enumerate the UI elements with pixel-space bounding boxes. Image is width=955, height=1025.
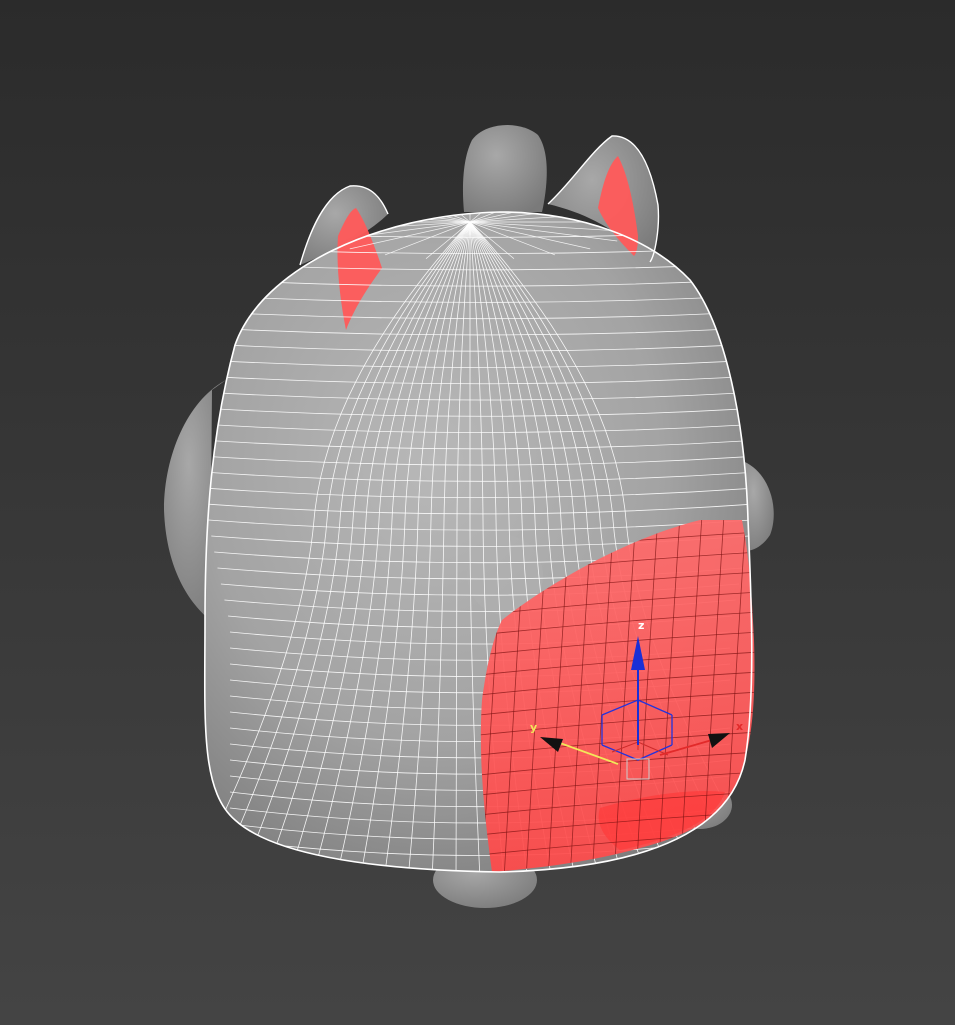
viewport-scene[interactable] <box>0 0 955 1025</box>
3d-viewport[interactable]: z y x <box>0 0 955 1025</box>
model-antenna <box>462 124 547 212</box>
